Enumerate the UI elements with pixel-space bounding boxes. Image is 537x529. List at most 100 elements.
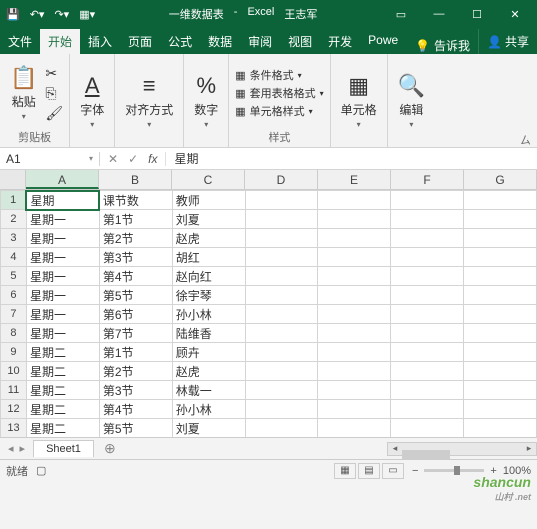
cell[interactable] bbox=[318, 362, 391, 381]
cell[interactable]: 星期二 bbox=[26, 400, 99, 419]
cell[interactable] bbox=[245, 400, 318, 419]
normal-view-icon[interactable]: ▦ bbox=[334, 463, 356, 479]
tab-文件[interactable]: 文件 bbox=[0, 29, 40, 54]
formula-input[interactable]: 星期 bbox=[166, 150, 537, 167]
cell[interactable]: 胡红 bbox=[172, 248, 245, 267]
cell[interactable] bbox=[391, 229, 464, 248]
column-header[interactable]: F bbox=[391, 170, 464, 189]
row-header[interactable]: 8 bbox=[1, 324, 27, 343]
cell[interactable] bbox=[464, 362, 537, 381]
cell[interactable]: 孙小林 bbox=[172, 305, 245, 324]
tab-插入[interactable]: 插入 bbox=[80, 29, 120, 54]
cell[interactable]: 陆维香 bbox=[172, 324, 245, 343]
cell[interactable] bbox=[245, 419, 318, 438]
cut-icon[interactable]: ✂ bbox=[45, 65, 63, 82]
cell[interactable] bbox=[318, 419, 391, 438]
cell[interactable]: 星期一 bbox=[26, 286, 99, 305]
tab-页面[interactable]: 页面 bbox=[120, 29, 160, 54]
cell-styles-button[interactable]: ▦单元格样式▾ bbox=[235, 103, 323, 119]
sheet-nav[interactable]: ◂▸ bbox=[0, 442, 33, 455]
cell[interactable]: 课节数 bbox=[99, 191, 172, 210]
cell[interactable] bbox=[464, 286, 537, 305]
cell[interactable]: 星期一 bbox=[26, 305, 99, 324]
cell[interactable]: 星期一 bbox=[26, 324, 99, 343]
cell[interactable] bbox=[391, 210, 464, 229]
cell[interactable] bbox=[464, 381, 537, 400]
cell[interactable]: 星期二 bbox=[26, 381, 99, 400]
scroll-left-icon[interactable]: ◂ bbox=[388, 443, 402, 454]
name-box[interactable]: A1 ▾ bbox=[0, 152, 100, 166]
tab-数据[interactable]: 数据 bbox=[200, 29, 240, 54]
zoom-level[interactable]: 100% bbox=[503, 465, 531, 477]
row-header[interactable]: 10 bbox=[1, 362, 27, 381]
zoom-in-icon[interactable]: + bbox=[490, 465, 496, 477]
cell[interactable]: 赵向红 bbox=[172, 267, 245, 286]
cells-button[interactable]: ▦ 单元格 ▾ bbox=[337, 71, 381, 131]
font-button[interactable]: A 字体 ▾ bbox=[76, 71, 108, 131]
cell[interactable] bbox=[464, 267, 537, 286]
format-painter-icon[interactable]: 🖌 bbox=[45, 105, 63, 122]
page-break-icon[interactable]: ▭ bbox=[382, 463, 404, 479]
cell[interactable]: 刘夏 bbox=[172, 419, 245, 438]
cell[interactable]: 第4节 bbox=[99, 267, 172, 286]
row-header[interactable]: 13 bbox=[1, 419, 27, 438]
cell[interactable] bbox=[245, 267, 318, 286]
cell[interactable]: 赵虎 bbox=[172, 362, 245, 381]
fx-icon[interactable]: fx bbox=[148, 152, 157, 166]
column-header[interactable]: B bbox=[99, 170, 172, 189]
cell[interactable] bbox=[391, 381, 464, 400]
cell[interactable] bbox=[245, 191, 318, 210]
cell[interactable]: 第2节 bbox=[99, 229, 172, 248]
zoom-out-icon[interactable]: − bbox=[412, 465, 418, 477]
cell[interactable]: 林载一 bbox=[172, 381, 245, 400]
cell[interactable] bbox=[464, 248, 537, 267]
row-header[interactable]: 12 bbox=[1, 400, 27, 419]
cell[interactable] bbox=[318, 343, 391, 362]
conditional-format-button[interactable]: ▦条件格式▾ bbox=[235, 67, 323, 83]
alignment-button[interactable]: ≡ 对齐方式 ▾ bbox=[121, 71, 177, 131]
cell[interactable]: 星期一 bbox=[26, 248, 99, 267]
cell[interactable] bbox=[391, 400, 464, 419]
cell[interactable] bbox=[318, 267, 391, 286]
sheet-tab[interactable]: Sheet1 bbox=[33, 440, 94, 457]
row-header[interactable]: 6 bbox=[1, 286, 27, 305]
cell[interactable]: 星期一 bbox=[26, 210, 99, 229]
cell[interactable]: 顾卉 bbox=[172, 343, 245, 362]
column-header[interactable]: A bbox=[26, 170, 99, 189]
number-button[interactable]: % 数字 ▾ bbox=[190, 71, 222, 131]
cell[interactable] bbox=[464, 343, 537, 362]
tab-审阅[interactable]: 审阅 bbox=[240, 29, 280, 54]
cell[interactable]: 星期 bbox=[26, 191, 99, 210]
cell[interactable]: 星期二 bbox=[26, 362, 99, 381]
scroll-right-icon[interactable]: ▸ bbox=[522, 443, 536, 454]
cell[interactable] bbox=[464, 400, 537, 419]
cell[interactable] bbox=[391, 267, 464, 286]
cell[interactable]: 星期一 bbox=[26, 229, 99, 248]
cell[interactable]: 第1节 bbox=[99, 343, 172, 362]
redo-icon[interactable]: ↷▾ bbox=[54, 8, 69, 21]
cell[interactable] bbox=[245, 381, 318, 400]
tab-视图[interactable]: 视图 bbox=[280, 29, 320, 54]
cell[interactable]: 第3节 bbox=[99, 381, 172, 400]
cell[interactable]: 刘夏 bbox=[172, 210, 245, 229]
cell[interactable] bbox=[318, 324, 391, 343]
cell[interactable] bbox=[391, 343, 464, 362]
save-icon[interactable]: 💾 bbox=[6, 8, 20, 21]
select-all-corner[interactable] bbox=[0, 170, 26, 189]
cell[interactable]: 徐宇琴 bbox=[172, 286, 245, 305]
row-header[interactable]: 5 bbox=[1, 267, 27, 286]
cell[interactable]: 星期二 bbox=[26, 343, 99, 362]
cell[interactable]: 第7节 bbox=[99, 324, 172, 343]
tab-Powe[interactable]: Powe bbox=[360, 29, 406, 54]
scrollbar-thumb[interactable] bbox=[402, 450, 450, 460]
cell[interactable] bbox=[391, 362, 464, 381]
cell[interactable]: 星期二 bbox=[26, 419, 99, 438]
cancel-formula-icon[interactable]: ✕ bbox=[108, 152, 118, 166]
cell[interactable]: 第5节 bbox=[99, 419, 172, 438]
cell[interactable] bbox=[391, 324, 464, 343]
tab-公式[interactable]: 公式 bbox=[160, 29, 200, 54]
share-button[interactable]: 👤 共享 bbox=[478, 29, 537, 54]
cell[interactable] bbox=[464, 324, 537, 343]
cell[interactable] bbox=[245, 248, 318, 267]
column-header[interactable]: D bbox=[245, 170, 318, 189]
